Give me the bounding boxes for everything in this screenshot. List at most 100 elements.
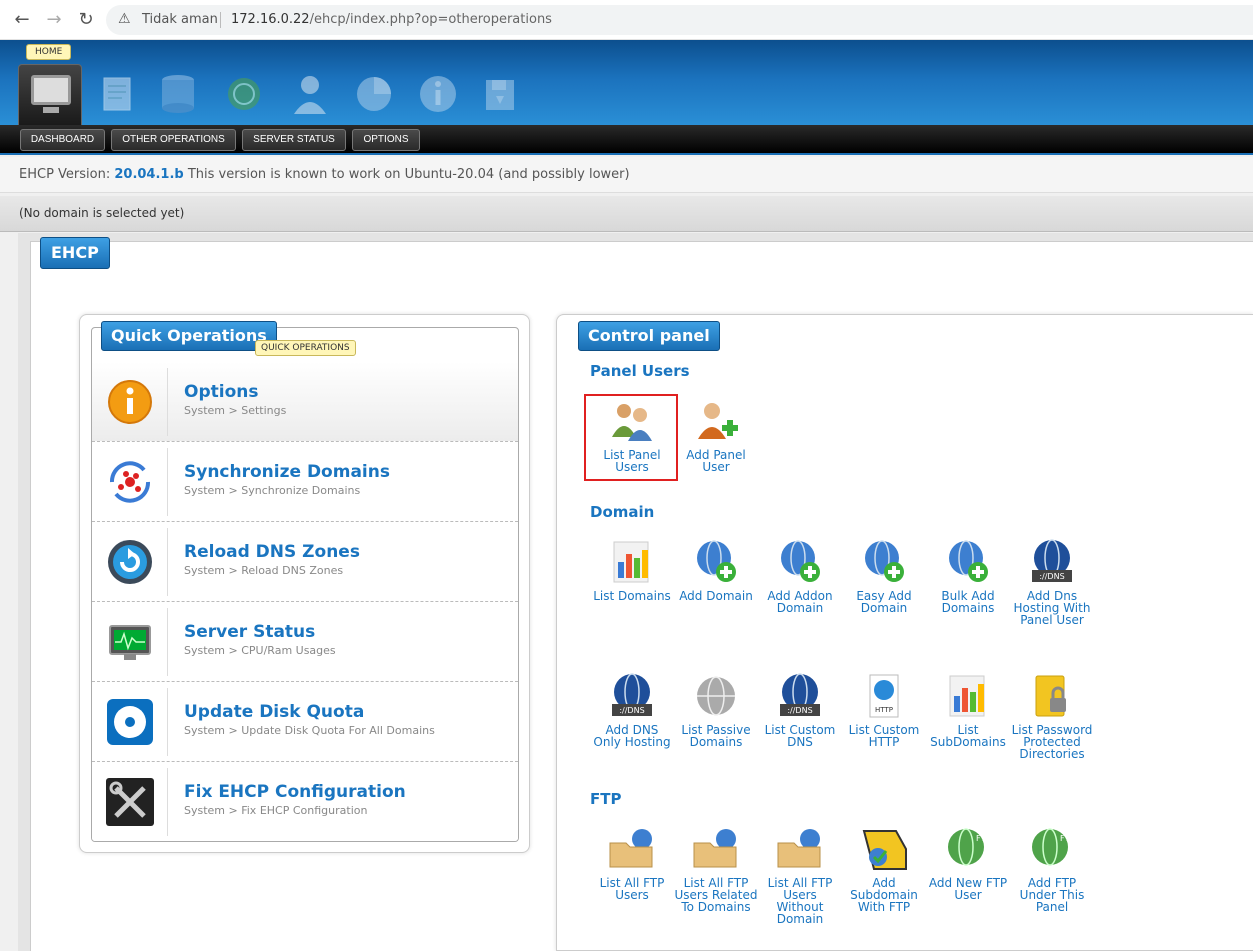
url-text[interactable]: 172.16.0.22/ehcp/index.php?op=otheropera… — [231, 12, 552, 27]
dns-globe-icon: ://DNS — [780, 673, 820, 716]
address-bar[interactable]: ⚠ Tidak aman 172.16.0.22/ehcp/index.php?… — [106, 5, 1253, 35]
qo-divider — [167, 608, 168, 676]
version-number[interactable]: 20.04.1.b — [114, 167, 183, 182]
tab-options[interactable]: OPTIONS — [352, 129, 420, 151]
list-subdomains[interactable]: List SubDomains — [926, 672, 1010, 748]
document-icon[interactable] — [96, 72, 140, 116]
add-domain[interactable]: Add Domain — [674, 538, 758, 602]
list-custom-http[interactable]: HTTP List Custom HTTP — [842, 672, 926, 748]
list-domains[interactable]: List Domains — [590, 538, 674, 602]
cp-label: List Custom DNS — [764, 723, 836, 749]
qo-divider — [167, 448, 168, 516]
list-all-ftp-users-related-to-domains[interactable]: List All FTP Users Related To Domains — [674, 825, 758, 913]
ftp-globe-icon[interactable] — [222, 72, 266, 116]
globe-add-icon — [697, 540, 736, 582]
list-all-ftp-users[interactable]: List All FTP Users — [590, 825, 674, 901]
locked-folder-icon — [1035, 675, 1066, 717]
qo-reload-dns-zones[interactable]: Reload DNS Zones System > Reload DNS Zon… — [92, 522, 518, 602]
forward-icon[interactable]: → — [42, 8, 66, 32]
add-ftp-under-this-panel[interactable]: FTP Add FTP Under This Panel — [1010, 825, 1094, 913]
user-icon[interactable] — [288, 72, 332, 116]
qo-update-disk-quota[interactable]: Update Disk Quota System > Update Disk Q… — [92, 682, 518, 762]
security-label[interactable]: Tidak aman — [142, 12, 218, 27]
qo-label[interactable]: Server Status — [184, 622, 315, 642]
qo-divider — [167, 528, 168, 596]
info-icon[interactable] — [416, 72, 460, 116]
add-new-ftp-user[interactable]: FTP Add New FTP User — [926, 825, 1010, 901]
grey-globe-icon — [697, 676, 735, 716]
cp-label: Bulk Add Domains — [941, 589, 995, 615]
folder-globe-icon — [862, 830, 907, 870]
domain-status-bar: (No domain is selected yet) — [0, 196, 1253, 232]
qo-label[interactable]: Fix EHCP Configuration — [184, 782, 406, 802]
svg-text:FTP: FTP — [976, 834, 990, 843]
cp-label: Add Subdomain With FTP — [850, 876, 918, 914]
qo-divider — [167, 368, 168, 436]
version-text: EHCP Version: 20.04.1.b This version is … — [19, 167, 630, 182]
globe-add-icon — [949, 540, 988, 582]
pie-chart-icon[interactable] — [352, 72, 396, 116]
qo-fix-ehcp-configuration[interactable]: Fix EHCP Configuration System > Fix EHCP… — [92, 762, 518, 841]
frame-title: EHCP — [40, 237, 110, 269]
add-user-icon — [698, 403, 738, 439]
tab-other-operations[interactable]: OTHER OPERATIONS — [111, 129, 236, 151]
list-passive-domains[interactable]: List Passive Domains — [674, 672, 758, 748]
section-panel-users: Panel Users — [590, 362, 690, 380]
qo-server-status[interactable]: Server Status System > CPU/Ram Usages — [92, 602, 518, 682]
cp-label: List All FTP Users Without Domain — [767, 876, 833, 926]
info-icon — [108, 380, 152, 424]
save-disk-icon[interactable] — [478, 72, 522, 116]
bulk-add-domains[interactable]: Bulk Add Domains — [926, 538, 1010, 614]
list-password-protected-directories[interactable]: List Password Protected Directories — [1010, 672, 1094, 760]
qo-label[interactable]: Reload DNS Zones — [184, 542, 360, 562]
globe-add-icon — [865, 540, 904, 582]
qo-label[interactable]: Update Disk Quota — [184, 702, 364, 722]
warning-icon[interactable]: ⚠ — [118, 11, 131, 27]
qo-synchronize-domains[interactable]: Synchronize Domains System > Synchronize… — [92, 442, 518, 522]
version-prefix: EHCP Version: — [19, 167, 115, 182]
cp-label: Add New FTP User — [928, 876, 1008, 902]
dns-globe-icon: ://DNS — [612, 673, 652, 716]
cp-label: Add FTP Under This Panel — [1019, 876, 1085, 914]
home-tooltip: HOME — [26, 44, 72, 60]
cp-label: List All FTP Users Related To Domains — [674, 876, 758, 914]
url-host: 172.16.0.22 — [231, 12, 310, 27]
qo-sub: System > CPU/Ram Usages — [184, 644, 336, 657]
address-divider — [220, 12, 221, 28]
add-dns-hosting-with-panel-user[interactable]: ://DNS Add Dns Hosting With Panel User — [1010, 538, 1094, 626]
cp-label: List Passive Domains — [681, 723, 751, 749]
qo-label[interactable]: Options — [184, 382, 258, 402]
qo-sub: System > Settings — [184, 404, 287, 417]
qo-sub: System > Fix EHCP Configuration — [184, 804, 368, 817]
reload-icon[interactable]: ↻ — [74, 8, 98, 32]
add-addon-domain[interactable]: Add Addon Domain — [758, 538, 842, 614]
http-page-icon: HTTP — [869, 674, 899, 718]
add-dns-only-hosting[interactable]: ://DNS Add DNS Only Hosting — [590, 672, 674, 748]
svg-text:HTTP: HTTP — [875, 706, 893, 714]
domain-status: (No domain is selected yet) — [19, 206, 185, 220]
list-custom-dns[interactable]: ://DNS List Custom DNS — [758, 672, 842, 748]
cp-label: List Password Protected Directories — [1011, 723, 1093, 761]
dns-globe-icon: ://DNS — [1032, 539, 1072, 582]
back-icon[interactable]: ← — [10, 8, 34, 32]
add-subdomain-with-ftp[interactable]: Add Subdomain With FTP — [842, 825, 926, 913]
tab-dashboard[interactable]: DASHBOARD — [20, 129, 105, 151]
add-panel-user[interactable]: Add Panel User — [674, 397, 758, 473]
reload-icon — [108, 540, 152, 584]
qo-label[interactable]: Synchronize Domains — [184, 462, 390, 482]
version-suffix: This version is known to work on Ubuntu-… — [183, 167, 630, 182]
home-button[interactable] — [18, 64, 82, 126]
quick-operations-title: Quick Operations — [101, 321, 277, 351]
qo-sub: System > Synchronize Domains — [184, 484, 361, 497]
browser-toolbar: ← → ↻ ⚠ Tidak aman 172.16.0.22/ehcp/inde… — [0, 0, 1253, 40]
monitor-icon — [109, 625, 151, 660]
globe-add-icon — [781, 540, 820, 582]
qo-options[interactable]: Options System > Settings — [92, 362, 518, 442]
version-bar: EHCP Version: 20.04.1.b This version is … — [0, 157, 1253, 193]
easy-add-domain[interactable]: Easy Add Domain — [842, 538, 926, 614]
database-icon[interactable] — [156, 72, 200, 116]
list-all-ftp-users-without-domain[interactable]: List All FTP Users Without Domain — [758, 825, 842, 925]
cp-label: Add Panel User — [686, 448, 746, 474]
bar-chart-icon — [949, 675, 985, 717]
tab-server-status[interactable]: SERVER STATUS — [242, 129, 346, 151]
